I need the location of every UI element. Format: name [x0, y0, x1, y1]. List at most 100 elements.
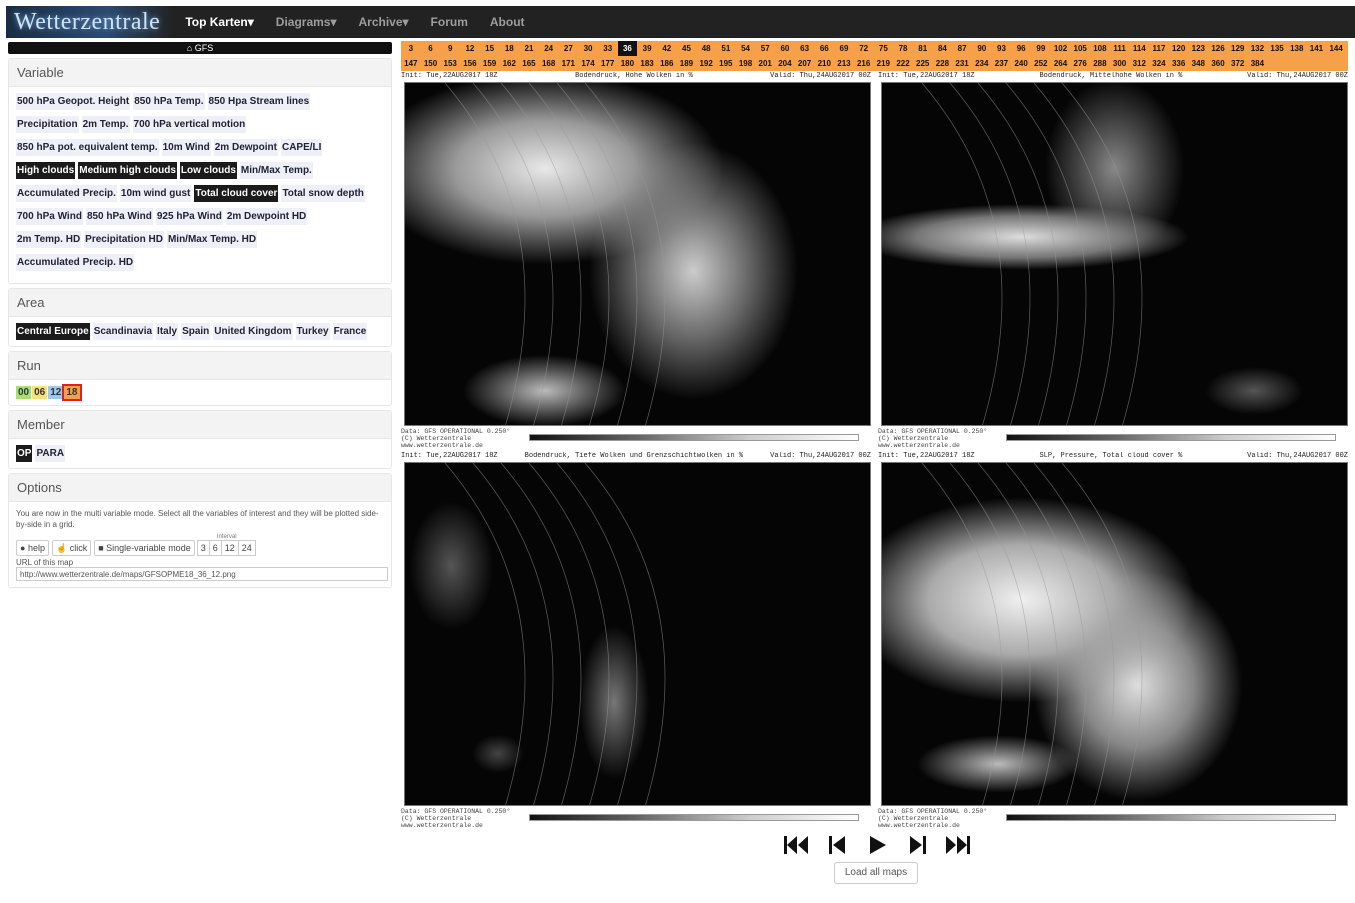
nav-forum[interactable]: Forum: [420, 6, 479, 38]
variable-option[interactable]: Medium high clouds: [78, 162, 177, 179]
timestep-link[interactable]: 162: [499, 56, 519, 71]
nav-archive[interactable]: Archive▾: [348, 6, 420, 38]
timestep-link[interactable]: 105: [1070, 41, 1090, 56]
timestep-link[interactable]: 78: [893, 41, 913, 56]
timestep-link[interactable]: 300: [1110, 56, 1130, 71]
timestep-link[interactable]: 312: [1129, 56, 1149, 71]
nav-diagrams[interactable]: Diagrams▾: [265, 6, 348, 38]
run-option[interactable]: 18: [62, 384, 82, 401]
weather-map-image[interactable]: [404, 462, 871, 806]
timestep-link[interactable]: 129: [1228, 41, 1248, 56]
area-option[interactable]: Scandinavia: [92, 323, 154, 340]
weather-map-image[interactable]: [404, 82, 871, 426]
nav-top-karten[interactable]: Top Karten▾: [174, 6, 264, 38]
timestep-link[interactable]: 51: [716, 41, 736, 56]
timestep-link[interactable]: 81: [913, 41, 933, 56]
variable-option[interactable]: Total snow depth: [281, 185, 365, 202]
timestep-link[interactable]: 90: [972, 41, 992, 56]
timestep-link[interactable]: 75: [874, 41, 894, 56]
timestep-link[interactable]: 108: [1090, 41, 1110, 56]
member-option[interactable]: PARA: [35, 445, 66, 462]
timestep-link[interactable]: 9: [440, 41, 460, 56]
variable-option[interactable]: Accumulated Precip. HD: [16, 254, 135, 271]
variable-option[interactable]: 850 hPa Wind: [85, 208, 153, 225]
run-option[interactable]: 12: [48, 386, 64, 399]
variable-option[interactable]: 700 hPa Wind: [16, 208, 83, 225]
timestep-link[interactable]: 195: [716, 56, 736, 71]
run-option[interactable]: 06: [32, 386, 48, 399]
single-variable-mode-button[interactable]: ■ Single-variable mode: [94, 540, 195, 556]
timestep-link[interactable]: 84: [933, 41, 953, 56]
area-option[interactable]: Italy: [156, 323, 179, 340]
area-option[interactable]: Central Europe: [16, 323, 90, 340]
timestep-link[interactable]: 60: [775, 41, 795, 56]
variable-option[interactable]: 850 hPa pot. equivalent temp.: [16, 139, 159, 156]
variable-option[interactable]: 925 hPa Wind: [155, 208, 223, 225]
variable-option[interactable]: 2m Dewpoint: [213, 139, 278, 156]
load-all-maps-button[interactable]: Load all maps: [834, 862, 918, 884]
timestep-link[interactable]: 252: [1031, 56, 1051, 71]
weather-map-image[interactable]: [881, 462, 1348, 806]
timestep-link[interactable]: 276: [1070, 56, 1090, 71]
timestep-link[interactable]: 63: [795, 41, 815, 56]
first-frame-icon[interactable]: [782, 832, 810, 858]
timestep-link[interactable]: 111: [1110, 41, 1130, 56]
timestep-link[interactable]: 120: [1169, 41, 1189, 56]
timestep-link[interactable]: 144: [1326, 41, 1346, 56]
timestep-link[interactable]: 72: [854, 41, 874, 56]
variable-option[interactable]: Precipitation: [16, 116, 79, 133]
timestep-link[interactable]: 123: [1189, 41, 1209, 56]
timestep-link[interactable]: 207: [795, 56, 815, 71]
variable-option[interactable]: Min/Max Temp.: [239, 162, 313, 179]
timestep-link[interactable]: 159: [480, 56, 500, 71]
timestep-link[interactable]: 30: [578, 41, 598, 56]
timestep-link[interactable]: 135: [1267, 41, 1287, 56]
area-option[interactable]: United Kingdom: [213, 323, 293, 340]
variable-option[interactable]: 500 hPa Geopot. Height: [16, 93, 131, 110]
variable-option[interactable]: 850 Hpa Stream lines: [207, 93, 311, 110]
timestep-link[interactable]: 222: [893, 56, 913, 71]
timestep-link[interactable]: 165: [519, 56, 539, 71]
timestep-link[interactable]: 174: [578, 56, 598, 71]
timestep-link[interactable]: 33: [598, 41, 618, 56]
map-url-field[interactable]: [16, 567, 388, 581]
timestep-link[interactable]: 54: [736, 41, 756, 56]
timestep-link[interactable]: 153: [440, 56, 460, 71]
timestep-link[interactable]: 48: [696, 41, 716, 56]
weather-map-image[interactable]: [881, 82, 1348, 426]
timestep-link[interactable]: 168: [539, 56, 559, 71]
variable-option[interactable]: Min/Max Temp. HD: [166, 231, 258, 248]
variable-option[interactable]: 2m Temp. HD: [16, 231, 82, 248]
variable-option[interactable]: 2m Dewpoint HD: [225, 208, 308, 225]
timestep-link[interactable]: 12: [460, 41, 480, 56]
timestep-link[interactable]: 177: [598, 56, 618, 71]
timestep-link[interactable]: 171: [559, 56, 579, 71]
variable-option[interactable]: Precipitation HD: [84, 231, 164, 248]
timestep-link[interactable]: 96: [1011, 41, 1031, 56]
timestep-link[interactable]: 336: [1169, 56, 1189, 71]
timestep-link[interactable]: 384: [1248, 56, 1268, 71]
variable-option[interactable]: 850 hPa Temp.: [133, 93, 205, 110]
last-frame-icon[interactable]: [944, 832, 972, 858]
timestep-link[interactable]: 204: [775, 56, 795, 71]
next-frame-icon[interactable]: [904, 832, 932, 858]
timestep-link[interactable]: 66: [814, 41, 834, 56]
timestep-link[interactable]: 150: [421, 56, 441, 71]
timestep-link[interactable]: 87: [952, 41, 972, 56]
variable-option[interactable]: High clouds: [16, 162, 76, 179]
timestep-link[interactable]: 219: [874, 56, 894, 71]
interval-button[interactable]: 24: [237, 540, 256, 556]
timestep-link[interactable]: 39: [637, 41, 657, 56]
help-button[interactable]: ● help: [16, 540, 49, 556]
play-icon[interactable]: [863, 832, 891, 858]
timestep-link[interactable]: 57: [755, 41, 775, 56]
timestep-link[interactable]: 240: [1011, 56, 1031, 71]
variable-option[interactable]: Low clouds: [179, 162, 237, 179]
site-logo[interactable]: Wetterzentrale: [6, 6, 175, 38]
timestep-link[interactable]: 231: [952, 56, 972, 71]
timestep-link[interactable]: 180: [618, 56, 638, 71]
timestep-link[interactable]: 234: [972, 56, 992, 71]
timestep-link[interactable]: 147: [401, 56, 421, 71]
timestep-link[interactable]: 15: [480, 41, 500, 56]
timestep-link[interactable]: 198: [736, 56, 756, 71]
